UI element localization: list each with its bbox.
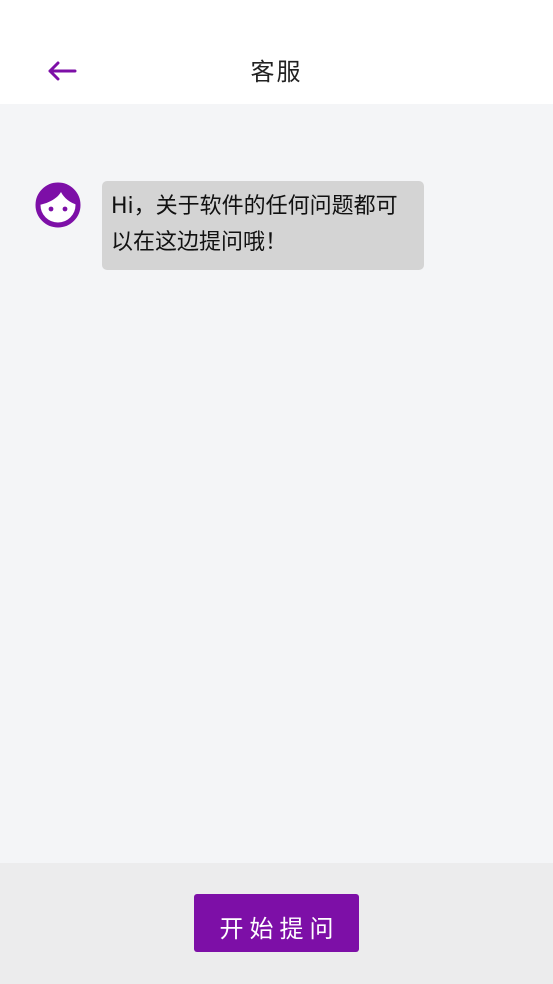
top-bar: 客服	[0, 0, 553, 104]
bottom-bar: 开始提问	[0, 863, 553, 984]
agent-avatar	[34, 181, 82, 229]
message-bubble: Hi，关于软件的任何问题都可以在这边提问哦！	[102, 181, 424, 270]
face-icon	[35, 182, 81, 228]
page-title: 客服	[250, 58, 303, 86]
chat-area: Hi，关于软件的任何问题都可以在这边提问哦！	[0, 104, 553, 863]
start-question-button[interactable]: 开始提问	[194, 894, 359, 952]
